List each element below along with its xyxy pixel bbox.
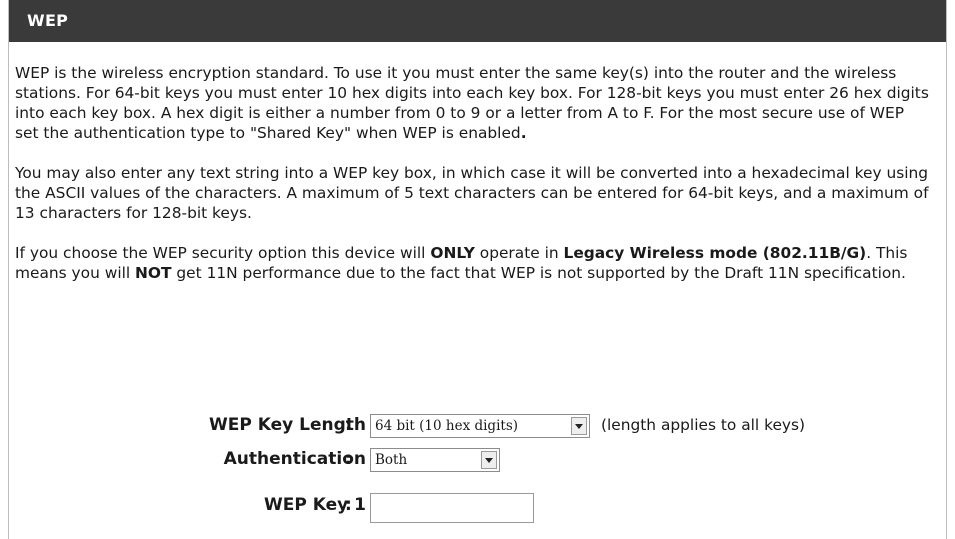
description-paragraph-1: WEP is the wireless encryption standard.… xyxy=(15,63,930,143)
row-wep-key-1: WEP Key 1 : xyxy=(9,491,948,523)
wep-key-1-colon: : xyxy=(345,495,352,515)
paragraph-3-text-d: get 11N performance due to the fact that… xyxy=(171,264,906,282)
paragraph-3-only: ONLY xyxy=(430,244,475,262)
key-length-select[interactable]: 64 bit (10 hex digits) xyxy=(370,414,590,438)
wep-panel: WEP WEP is the wireless encryption stand… xyxy=(8,0,947,539)
chevron-down-icon[interactable] xyxy=(571,417,587,435)
paragraph-3-mode: Legacy Wireless mode (802.11B/G) xyxy=(563,244,867,262)
row-key-length: WEP Key Length : 64 bit (10 hex digits) … xyxy=(9,411,948,441)
key-length-hint: (length applies to all keys) xyxy=(601,416,806,434)
description-paragraph-3: If you choose the WEP security option th… xyxy=(15,243,930,283)
paragraph-3-text-a: If you choose the WEP security option th… xyxy=(15,244,431,262)
paragraph-1-period: . xyxy=(520,124,527,142)
paragraph-3-not: NOT xyxy=(135,264,172,282)
chevron-down-icon[interactable] xyxy=(481,451,497,469)
key-length-label: WEP Key Length xyxy=(208,415,366,435)
wep-key-1-input[interactable] xyxy=(370,493,534,523)
description-paragraph-2: You may also enter any text string into … xyxy=(15,164,929,222)
authentication-value: Both xyxy=(375,452,408,468)
description: WEP is the wireless encryption standard.… xyxy=(9,42,946,283)
authentication-colon: : xyxy=(345,449,352,469)
key-length-colon: : xyxy=(345,415,352,435)
row-authentication: Authentication : Both xyxy=(9,445,948,475)
key-length-value: 64 bit (10 hex digits) xyxy=(375,418,519,434)
paragraph-3-text-b: operate in xyxy=(474,244,564,262)
authentication-select[interactable]: Both xyxy=(370,448,500,472)
paragraph-1-text: WEP is the wireless encryption standard.… xyxy=(15,64,929,142)
section-title: WEP xyxy=(9,0,946,42)
